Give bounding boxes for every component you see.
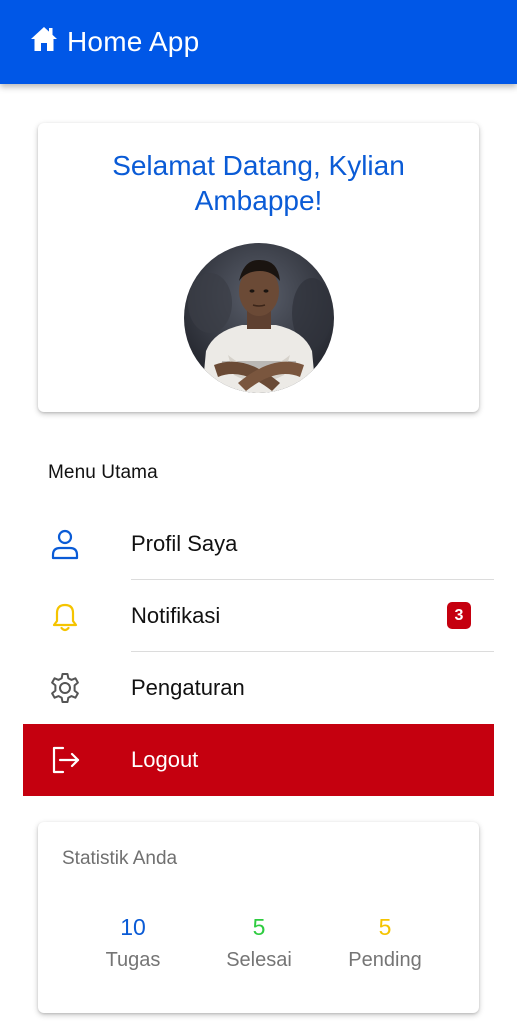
stat-label: Tugas xyxy=(105,949,161,971)
menu-item-settings[interactable]: Pengaturan xyxy=(23,652,494,724)
stat-tasks: 10 Tugas xyxy=(73,914,193,972)
menu-item-label: Profil Saya xyxy=(131,531,238,556)
avatar-photo xyxy=(184,243,334,393)
stat-label: Selesai xyxy=(226,949,292,971)
menu-item-profile[interactable]: Profil Saya xyxy=(23,508,494,580)
stat-pending: 5 Pending xyxy=(325,914,445,972)
stats-card: Statistik Anda 10 Tugas 5 Selesai 5 Pend… xyxy=(38,822,479,1013)
welcome-card: Selamat Datang, Kylian Ambappe! xyxy=(38,123,479,412)
stats-title: Statistik Anda xyxy=(62,848,178,869)
stat-completed: 5 Selesai xyxy=(199,914,319,972)
menu-item-label: Pengaturan xyxy=(131,675,245,700)
menu-item-label: Logout xyxy=(131,747,199,772)
menu-item-notifications[interactable]: Notifikasi 3 xyxy=(23,580,494,652)
home-icon xyxy=(31,27,57,51)
menu-item-label: Notifikasi xyxy=(131,603,221,628)
app-bar: Home App xyxy=(0,0,517,84)
bell-icon xyxy=(47,598,83,634)
stat-value: 10 xyxy=(120,914,146,940)
user-icon xyxy=(47,526,83,562)
avatar xyxy=(184,243,334,393)
menu-section-label: Menu Utama xyxy=(48,462,158,483)
logout-button[interactable]: Logout xyxy=(23,724,494,796)
welcome-greeting: Selamat Datang, Kylian Ambappe! xyxy=(112,150,405,216)
logout-icon xyxy=(47,742,83,778)
stat-label: Pending xyxy=(348,949,422,971)
app-title: Home App xyxy=(67,26,200,57)
notification-count-badge: 3 xyxy=(447,602,471,629)
stat-value: 5 xyxy=(378,914,392,940)
gear-icon xyxy=(47,670,83,706)
stat-value: 5 xyxy=(252,914,266,940)
